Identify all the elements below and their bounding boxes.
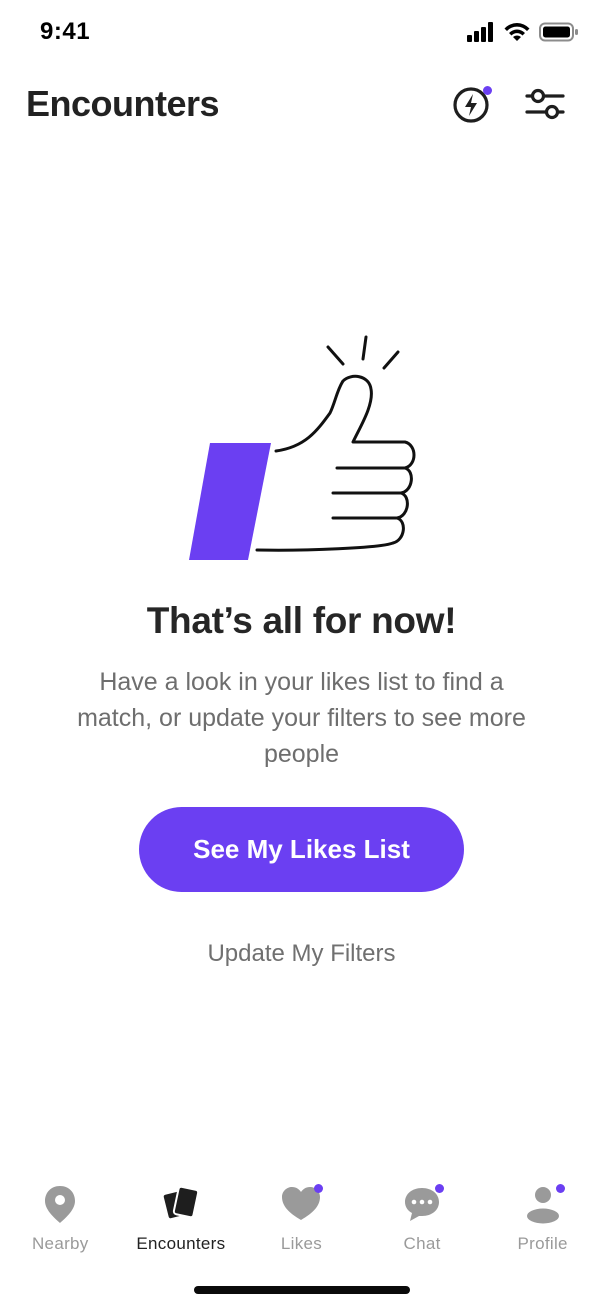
filters-button[interactable] bbox=[523, 84, 567, 128]
header: Encounters bbox=[0, 78, 603, 138]
tab-label-chat: Chat bbox=[403, 1234, 441, 1253]
thumbs-up-illustration bbox=[185, 335, 420, 565]
tab-nearby[interactable]: Nearby bbox=[0, 1170, 121, 1260]
see-likes-list-button[interactable]: See My Likes List bbox=[139, 807, 464, 892]
page-title: Encounters bbox=[26, 83, 220, 124]
empty-state-description: Have a look in your likes list to find a… bbox=[77, 668, 526, 768]
cellular-signal-icon bbox=[467, 22, 495, 47]
status-icons bbox=[467, 22, 579, 47]
heart-icon bbox=[279, 1182, 324, 1226]
tab-encounters[interactable]: Encounters bbox=[121, 1170, 242, 1260]
home-indicator bbox=[194, 1286, 410, 1294]
notification-dot bbox=[483, 86, 492, 95]
tab-label-encounters: Encounters bbox=[136, 1234, 226, 1253]
empty-state-title: That’s all for now! bbox=[146, 600, 457, 641]
likes-notification-dot bbox=[314, 1184, 324, 1193]
chat-bubble-icon bbox=[400, 1182, 445, 1226]
tab-label-nearby: Nearby bbox=[31, 1234, 89, 1253]
status-bar: 9:41 bbox=[0, 0, 603, 70]
person-icon bbox=[521, 1182, 565, 1226]
tab-profile[interactable]: Profile bbox=[482, 1170, 603, 1260]
bottom-tab-bar: Nearby Encounters Likes Chat Profile bbox=[0, 1170, 603, 1260]
profile-notification-dot bbox=[555, 1184, 565, 1193]
tab-likes[interactable]: Likes bbox=[241, 1170, 362, 1260]
tab-label-likes: Likes bbox=[280, 1234, 323, 1253]
wifi-icon bbox=[503, 22, 531, 47]
tab-label-profile: Profile bbox=[517, 1234, 568, 1253]
battery-icon bbox=[539, 22, 579, 47]
cards-icon bbox=[159, 1182, 203, 1226]
location-pin-icon bbox=[38, 1182, 82, 1226]
status-time: 9:41 bbox=[40, 18, 91, 45]
chat-notification-dot bbox=[435, 1184, 445, 1193]
sliders-icon bbox=[524, 84, 566, 129]
update-filters-link[interactable]: Update My Filters bbox=[0, 940, 603, 968]
boost-button[interactable] bbox=[450, 84, 494, 128]
tab-chat[interactable]: Chat bbox=[362, 1170, 483, 1260]
